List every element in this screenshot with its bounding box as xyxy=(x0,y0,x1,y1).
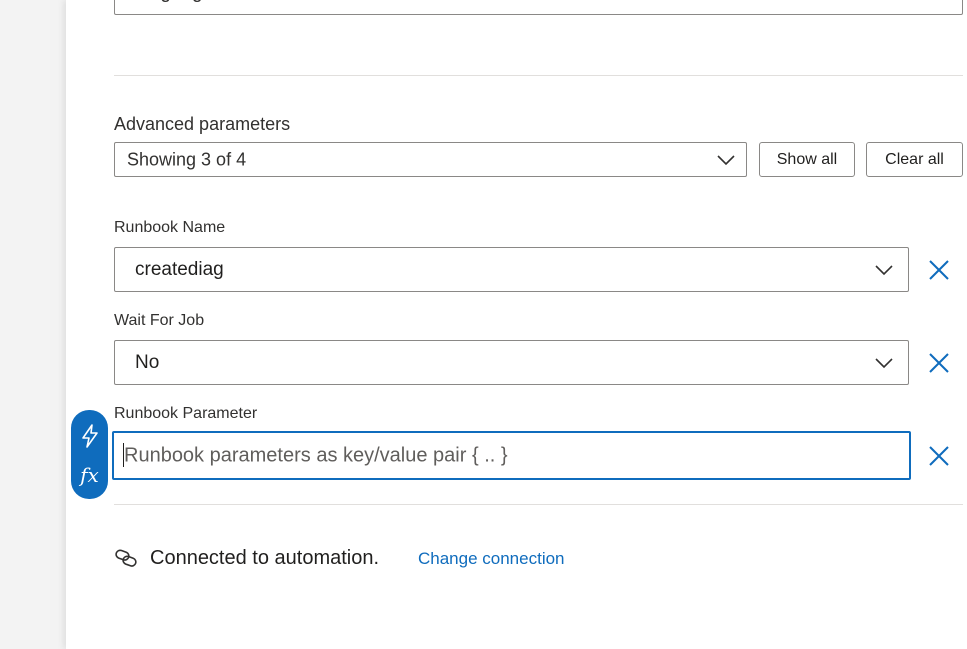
dynamic-content-pill: fx xyxy=(71,410,108,499)
advanced-parameters-label: Advanced parameters xyxy=(114,114,291,134)
change-connection-link[interactable]: Change connection xyxy=(418,549,565,569)
section-divider-bottom xyxy=(114,504,963,505)
runbook-parameter-label: Runbook Parameter xyxy=(114,405,258,422)
clear-all-button[interactable]: Clear all xyxy=(866,142,963,177)
remove-runbook-name-button[interactable] xyxy=(926,257,952,283)
runbook-parameter-placeholder: Runbook parameters as key/value pair { .… xyxy=(124,444,508,466)
close-icon xyxy=(929,446,949,466)
connection-icon-wrap xyxy=(114,547,138,574)
top-text-field[interactable]: diagnogistic-create xyxy=(114,0,963,15)
runbook-name-label: Runbook Name xyxy=(114,219,226,236)
chevron-down-icon xyxy=(875,357,893,368)
advanced-parameters-dropdown[interactable]: Showing 3 of 4 xyxy=(114,142,747,177)
runbook-parameter-input[interactable]: Runbook parameters as key/value pair { .… xyxy=(112,431,911,480)
lightning-icon xyxy=(81,424,98,449)
show-all-button[interactable]: Show all xyxy=(759,142,855,177)
dynamic-content-button[interactable] xyxy=(80,424,100,449)
close-icon xyxy=(929,260,949,280)
close-icon xyxy=(929,353,949,373)
expression-button[interactable]: fx xyxy=(80,465,99,485)
text-caret xyxy=(123,443,124,467)
wait-for-job-value: No xyxy=(135,351,160,373)
remove-wait-for-job-button[interactable] xyxy=(926,350,952,376)
remove-runbook-parameter-button[interactable] xyxy=(926,443,952,469)
chevron-down-icon xyxy=(875,264,893,275)
runbook-name-dropdown[interactable]: creatediag xyxy=(114,247,909,292)
link-icon xyxy=(115,549,137,567)
left-gutter xyxy=(0,0,66,649)
wait-for-job-label: Wait For Job xyxy=(114,312,205,329)
advanced-parameters-selected: Showing 3 of 4 xyxy=(127,149,247,169)
chevron-down-icon xyxy=(717,154,735,165)
top-text-field-value: diagnogistic-create xyxy=(135,0,294,4)
runbook-name-value: creatediag xyxy=(135,258,224,280)
wait-for-job-dropdown[interactable]: No xyxy=(114,340,909,385)
connection-status: Connected to automation. xyxy=(150,547,380,569)
section-divider xyxy=(114,75,963,76)
